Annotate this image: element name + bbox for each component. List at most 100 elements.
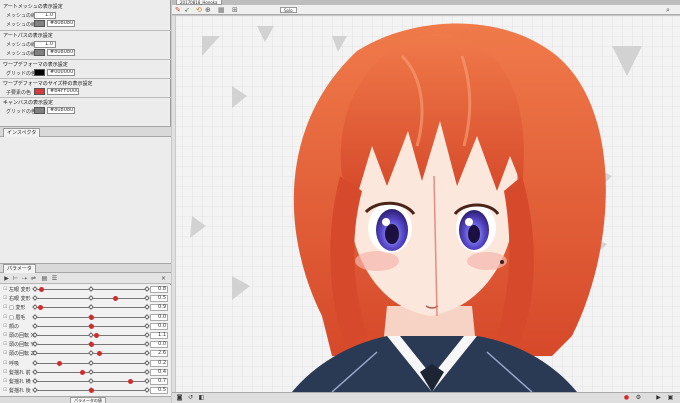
lock-icon[interactable]: ⊡ (3, 369, 8, 375)
record-icon[interactable]: ● (622, 394, 631, 402)
camera-icon[interactable]: ◙ (175, 394, 184, 402)
parameter-slider-handle[interactable] (88, 388, 94, 394)
parameter-slider-handle[interactable] (113, 296, 119, 302)
close-icon[interactable]: × (160, 275, 167, 282)
parameter-slider-handle[interactable] (38, 305, 44, 311)
transform-icon[interactable]: ⟲ (196, 6, 202, 14)
keyform-knot[interactable] (144, 387, 150, 394)
parameter-value-input[interactable]: 0.0 (150, 322, 168, 330)
keyform-knot[interactable] (88, 359, 94, 366)
warp-child-color-input[interactable]: #B4FF0000 (47, 88, 79, 95)
lock-icon[interactable]: ⊡ (3, 378, 8, 384)
art-mesh-color-input[interactable]: #808080 (47, 20, 75, 27)
parameter-value-input[interactable]: 0.0 (150, 313, 168, 321)
keyform-knot[interactable] (144, 368, 150, 375)
parameter-row[interactable]: ⊡ □ 変形 0.9 (0, 303, 171, 312)
search-icon[interactable]: ⌕ (666, 6, 670, 14)
key-add-icon[interactable]: ⊢ (12, 275, 19, 282)
art-path-color-swatch[interactable] (34, 49, 45, 56)
art-mesh-color-swatch[interactable] (34, 20, 45, 27)
keyform-knot[interactable] (32, 286, 38, 292)
parameter-value-input[interactable]: 1.1 (150, 332, 168, 339)
edit-mode-icon[interactable]: ✎ (175, 6, 181, 14)
keyform-knot[interactable] (144, 378, 150, 384)
arrow-tool-icon[interactable]: ➶ (184, 6, 190, 14)
parameter-value-input[interactable]: 0.5 (150, 387, 168, 395)
keyform-knot[interactable] (32, 359, 38, 366)
parameter-slider-handle[interactable] (127, 379, 133, 384)
parameter-value-input[interactable]: 0.7 (150, 378, 168, 385)
parameter-slider-handle[interactable] (88, 342, 94, 348)
canvas-grid-color-swatch[interactable] (34, 107, 45, 114)
parameter-row[interactable]: ⊡ 頭の回転 Y 0.0 (0, 340, 171, 349)
grid-view-icon[interactable]: ▣ (666, 394, 675, 402)
keyform-knot[interactable] (32, 313, 38, 320)
parameter-row[interactable]: ⊡ 頭の回転 X 1.1 (0, 331, 171, 340)
keyform-knot[interactable] (144, 304, 150, 311)
parameter-slider-handle[interactable] (39, 287, 45, 292)
canvas-grid-color-input[interactable]: #808080 (47, 107, 75, 114)
reset-icon[interactable]: ↺ (186, 394, 195, 402)
canvas-area[interactable] (172, 16, 680, 392)
keyform-knot[interactable] (144, 322, 150, 329)
tab-parameter[interactable]: パラメータ (3, 264, 36, 273)
tab-inspector[interactable]: インスペクタ (3, 128, 41, 137)
keyform-knot[interactable] (88, 350, 94, 357)
parameter-value-input[interactable]: 2.6 (150, 350, 168, 358)
lock-icon[interactable]: ⊡ (3, 350, 8, 356)
blend-icon[interactable]: ⇌ (30, 275, 37, 282)
parameter-slider-handle[interactable] (88, 314, 94, 320)
keyform-knot[interactable] (32, 368, 38, 375)
parameter-value-input[interactable]: 0.5 (150, 295, 168, 303)
keyform-knot[interactable] (144, 341, 150, 348)
keyform-knot[interactable] (88, 332, 94, 338)
view-icon[interactable]: ◧ (197, 394, 206, 402)
parameter-value-input[interactable]: 0.2 (150, 359, 168, 367)
keyform-knot[interactable] (88, 286, 94, 292)
play-icon[interactable]: ▶ (654, 394, 663, 402)
parameter-slider-handle[interactable] (88, 323, 94, 329)
keyform-knot[interactable] (144, 286, 150, 292)
art-path-color-input[interactable]: #808080 (47, 49, 75, 56)
parameter-value-input[interactable]: 0.8 (150, 286, 168, 293)
parameter-value-input[interactable]: 0.0 (150, 341, 168, 349)
parameter-value-input[interactable]: 0.4 (150, 368, 168, 376)
gear-icon[interactable]: ⚙ (634, 394, 643, 402)
keyform-knot[interactable] (32, 304, 38, 311)
keyform-knot[interactable] (32, 378, 38, 384)
parameter-row[interactable]: ⊡ 髪揺れ 前 0.4 (0, 368, 171, 377)
keyform-knot[interactable] (32, 322, 38, 329)
lock-icon[interactable]: ⊡ (3, 295, 8, 301)
grid-icon[interactable]: ⊞ (232, 6, 238, 14)
lock-icon[interactable]: ⊡ (3, 323, 8, 329)
parameter-value-input[interactable]: 0.9 (150, 304, 168, 312)
keyform-knot[interactable] (144, 332, 150, 338)
layout-icon[interactable]: ▦ (218, 6, 225, 14)
lock-icon[interactable]: ⊡ (3, 360, 8, 366)
keyform-knot[interactable] (32, 387, 38, 394)
solo-button[interactable]: Solo (280, 7, 297, 13)
list-icon[interactable]: ▤ (41, 275, 48, 282)
settings-icon[interactable]: ☰ (51, 275, 58, 282)
warp-grid-color-input[interactable]: #000000 (47, 69, 75, 76)
parameter-slider-handle[interactable] (97, 351, 103, 357)
keyform-knot[interactable] (88, 295, 94, 302)
lock-icon[interactable]: ⊡ (3, 332, 8, 338)
lock-icon[interactable]: ⊡ (3, 286, 8, 292)
keyform-knot[interactable] (144, 359, 150, 366)
parameter-row[interactable]: ⊡ 呼吸 0.2 (0, 359, 171, 368)
keyform-knot[interactable] (32, 295, 38, 302)
lock-icon[interactable]: ⊡ (3, 341, 8, 347)
character-canvas[interactable] (172, 16, 680, 392)
keyform-knot[interactable] (88, 378, 94, 384)
parameter-row[interactable]: ⊡ 左眼 変形 0.8 (0, 285, 171, 294)
keyform-knot[interactable] (88, 368, 94, 375)
parameter-row[interactable]: ⊡ 髪揺れ 横 0.7 (0, 377, 171, 386)
parameter-slider-handle[interactable] (57, 360, 63, 366)
parameter-row[interactable]: ⊡ 顔の 0.0 (0, 322, 171, 331)
parameter-value-tab[interactable]: パラメータの値 (70, 397, 106, 403)
parameter-slider-handle[interactable] (79, 369, 85, 375)
parameter-slider-handle[interactable] (94, 333, 100, 338)
link-icon[interactable]: ⇢ (21, 275, 28, 282)
zoom-icon[interactable]: ⊕ (205, 6, 211, 14)
